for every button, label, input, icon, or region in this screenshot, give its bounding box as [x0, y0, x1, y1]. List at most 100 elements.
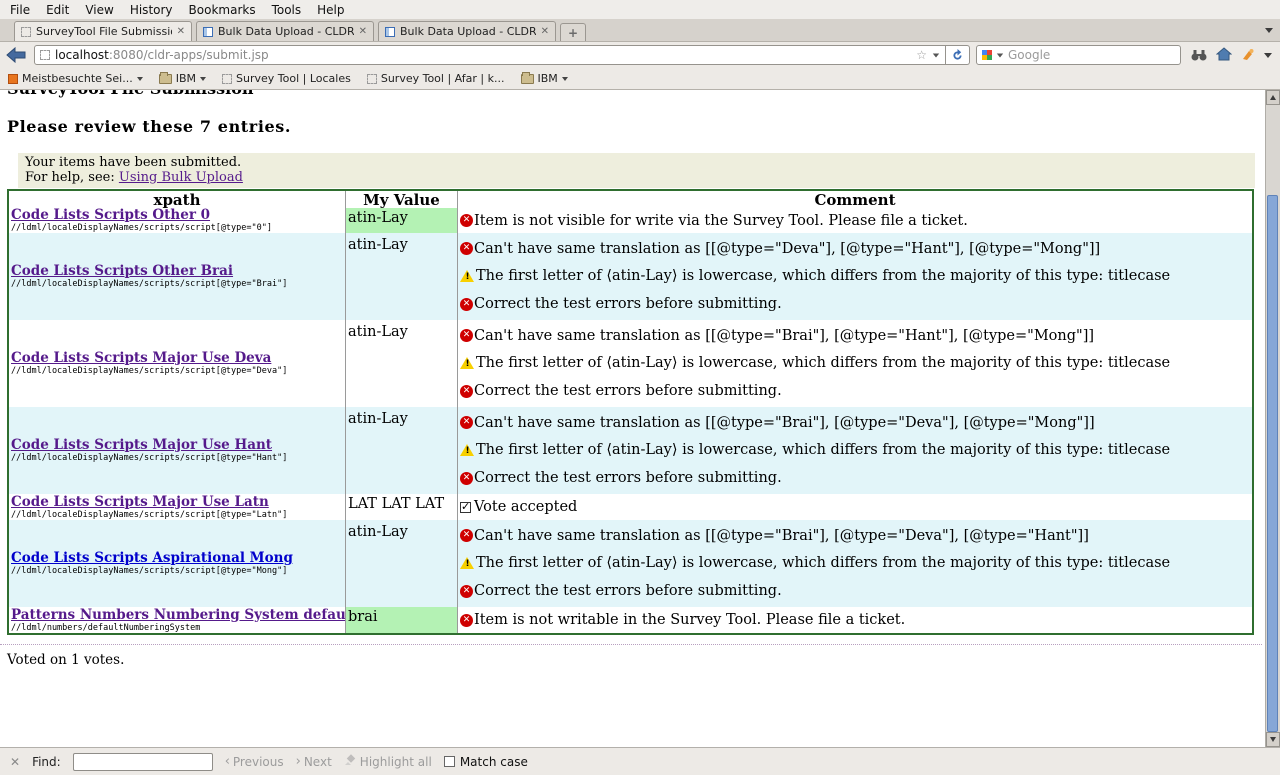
error-icon: [460, 214, 473, 227]
match-case-toggle[interactable]: Match case: [444, 755, 528, 769]
home-icon[interactable]: [1216, 46, 1232, 65]
find-binoculars-icon[interactable]: [1191, 46, 1207, 65]
bookmark-star-icon[interactable]: ☆: [916, 49, 927, 61]
column-header-my-value: My Value: [345, 191, 457, 208]
tab-bulk-data-upload-1[interactable]: Bulk Data Upload - CLDR - Un... ✕: [196, 21, 374, 41]
using-bulk-upload-link[interactable]: Using Bulk Upload: [119, 170, 243, 185]
bookmark-label: IBM: [538, 72, 558, 85]
tab-bulk-data-upload-2[interactable]: Bulk Data Upload - CLDR - Un... ✕: [378, 21, 556, 41]
xpath-link[interactable]: Code Lists Scripts Major Use Deva: [11, 350, 271, 366]
comment-text: Correct the test errors before submittin…: [474, 469, 782, 487]
tab-title: Bulk Data Upload - CLDR - Un...: [400, 25, 536, 38]
url-bar[interactable]: localhost:8080/cldr-apps/submit.jsp ☆: [34, 45, 946, 65]
back-button[interactable]: [4, 45, 28, 65]
close-icon[interactable]: ✕: [10, 755, 20, 769]
table-row: Code Lists Scripts Aspirational Mong //l…: [9, 520, 1252, 607]
page-icon: [222, 74, 232, 84]
close-icon[interactable]: ✕: [541, 26, 549, 37]
warning-icon: [460, 557, 474, 569]
menu-view[interactable]: View: [77, 1, 121, 19]
find-previous-button[interactable]: ‹ Previous: [225, 754, 284, 769]
next-arrow-icon: ›: [296, 754, 301, 769]
folder-icon: [159, 74, 172, 84]
comment-text: Correct the test errors before submittin…: [474, 295, 782, 313]
url-domain: localhost: [55, 48, 109, 62]
xpath-link[interactable]: Code Lists Scripts Major Use Latn: [11, 494, 269, 510]
bookmark-most-visited[interactable]: Meistbesuchte Sei...: [8, 72, 143, 85]
xpath-path: //ldml/localeDisplayNames/scripts/script…: [11, 279, 345, 290]
page-title: Please review these 7 entries.: [7, 117, 1265, 136]
menu-tools[interactable]: Tools: [264, 1, 310, 19]
menu-edit[interactable]: Edit: [38, 1, 77, 19]
theme-brush-icon[interactable]: [1241, 46, 1255, 65]
find-input[interactable]: [73, 753, 213, 771]
toolbar-overflow-chevron-icon[interactable]: [1264, 53, 1272, 58]
bookmark-folder-ibm-2[interactable]: IBM: [521, 72, 568, 85]
chevron-down-icon: [200, 77, 206, 81]
most-visited-icon: [8, 74, 18, 84]
highlight-all-label: Highlight all: [360, 755, 432, 769]
highlight-all-button[interactable]: Highlight all: [344, 754, 432, 769]
column-header-comment: Comment: [457, 191, 1252, 208]
votes-summary: Voted on 1 votes.: [7, 652, 1265, 668]
xpath-path: //ldml/localeDisplayNames/scripts/script…: [11, 453, 345, 464]
my-value-cell: atin-Lay: [345, 520, 457, 607]
bookmark-survey-tool-locales[interactable]: Survey Tool | Locales: [222, 72, 351, 85]
bookmark-survey-tool-afar[interactable]: Survey Tool | Afar | k...: [367, 72, 505, 85]
page-icon: [367, 74, 377, 84]
warning-icon: [460, 270, 474, 282]
scroll-down-button[interactable]: [1266, 732, 1280, 747]
checkbox-icon[interactable]: [444, 756, 455, 767]
chevron-down-icon: [137, 77, 143, 81]
document-favicon-icon: [385, 27, 395, 37]
search-bar[interactable]: [976, 45, 1181, 65]
my-value-cell: atin-Lay: [345, 233, 457, 320]
menu-help[interactable]: Help: [309, 1, 352, 19]
new-tab-button[interactable]: +: [560, 23, 586, 41]
bookmark-folder-ibm-1[interactable]: IBM: [159, 72, 206, 85]
find-next-button[interactable]: › Next: [296, 754, 332, 769]
google-logo-icon: [982, 50, 992, 60]
close-icon[interactable]: ✕: [359, 26, 367, 37]
table-row: Code Lists Scripts Major Use Latn //ldml…: [9, 494, 1252, 520]
close-icon[interactable]: ✕: [177, 26, 185, 37]
search-engine-chevron-icon[interactable]: [997, 53, 1003, 57]
xpath-link[interactable]: Patterns Numbers Numbering System defaul…: [11, 607, 357, 623]
error-icon: [460, 614, 473, 627]
error-icon: [460, 416, 473, 429]
search-input[interactable]: [1008, 48, 1175, 62]
xpath-link[interactable]: Code Lists Scripts Other 0: [11, 207, 210, 223]
url-dropdown-chevron-icon[interactable]: [933, 53, 939, 57]
dotted-separator: [0, 644, 1262, 645]
bookmark-label: Survey Tool | Afar | k...: [381, 72, 505, 85]
notice-line-1: Your items have been submitted.: [25, 155, 1248, 170]
error-icon: [460, 529, 473, 542]
next-label: Next: [304, 755, 332, 769]
xpath-link[interactable]: Code Lists Scripts Aspirational Mong: [11, 550, 293, 566]
tab-list-chevron-icon[interactable]: [1265, 28, 1273, 33]
scrollbar-thumb[interactable]: [1267, 195, 1278, 732]
table-row: Code Lists Scripts Major Use Hant //ldml…: [9, 407, 1252, 494]
column-header-xpath: xpath: [9, 191, 345, 209]
menu-history[interactable]: History: [122, 1, 181, 19]
error-icon: [460, 585, 473, 598]
scroll-up-button[interactable]: [1266, 90, 1280, 105]
bookmark-label: Meistbesuchte Sei...: [22, 72, 133, 85]
menu-file[interactable]: File: [2, 1, 38, 19]
previous-label: Previous: [233, 755, 284, 769]
xpath-link[interactable]: Code Lists Scripts Other Brai: [11, 263, 233, 279]
reload-button[interactable]: [946, 45, 970, 65]
warning-icon: [460, 444, 474, 456]
comment-text: Correct the test errors before submittin…: [474, 382, 782, 400]
vertical-scrollbar[interactable]: [1265, 90, 1280, 747]
navigation-toolbar: localhost:8080/cldr-apps/submit.jsp ☆: [0, 42, 1280, 68]
tab-survey-tool-submission[interactable]: SurveyTool File Submission | ... ✕: [14, 21, 192, 41]
menu-bookmarks[interactable]: Bookmarks: [181, 1, 264, 19]
url-text: localhost:8080/cldr-apps/submit.jsp: [55, 48, 911, 62]
comment-text: Can't have same translation as [[@type="…: [474, 414, 1095, 432]
table-row: Code Lists Scripts Major Use Deva //ldml…: [9, 320, 1252, 407]
comment-text: Correct the test errors before submittin…: [474, 582, 782, 600]
error-icon: [460, 329, 473, 342]
comment-text: Item is not writable in the Survey Tool.…: [474, 611, 905, 629]
xpath-link[interactable]: Code Lists Scripts Major Use Hant: [11, 437, 272, 453]
